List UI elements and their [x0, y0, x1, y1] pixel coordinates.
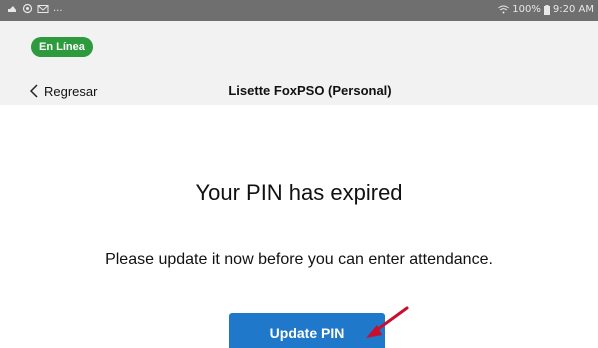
header-title: Lisette FoxPSO (Personal) [228, 83, 392, 98]
status-bar: ... 100% 9:20 AM [0, 0, 598, 21]
battery-icon [543, 4, 550, 15]
arrow-annotation-icon [366, 306, 409, 338]
app-header: En Línea Regresar Lisette FoxPSO (Person… [0, 21, 598, 105]
status-right: 100% 9:20 AM [498, 4, 594, 15]
wifi-icon [498, 5, 510, 14]
sync-icon [22, 3, 33, 14]
app-screen: ... 100% 9:20 AM En Línea Regresar Liset… [0, 0, 598, 348]
battery-percent: 100% [512, 4, 541, 15]
back-button[interactable]: Regresar [30, 80, 97, 102]
status-left: ... [6, 3, 63, 14]
back-label: Regresar [44, 83, 98, 99]
status-more: ... [53, 3, 63, 14]
cloud-icon [6, 4, 18, 14]
pin-expired-message: Please update it now before you can ente… [105, 251, 493, 268]
status-time: 9:20 AM [552, 4, 594, 15]
mail-icon [37, 4, 49, 14]
pin-expired-title: Your PIN has expired [195, 180, 403, 205]
chevron-left-icon [30, 84, 38, 98]
online-status-badge: En Línea [31, 37, 93, 57]
